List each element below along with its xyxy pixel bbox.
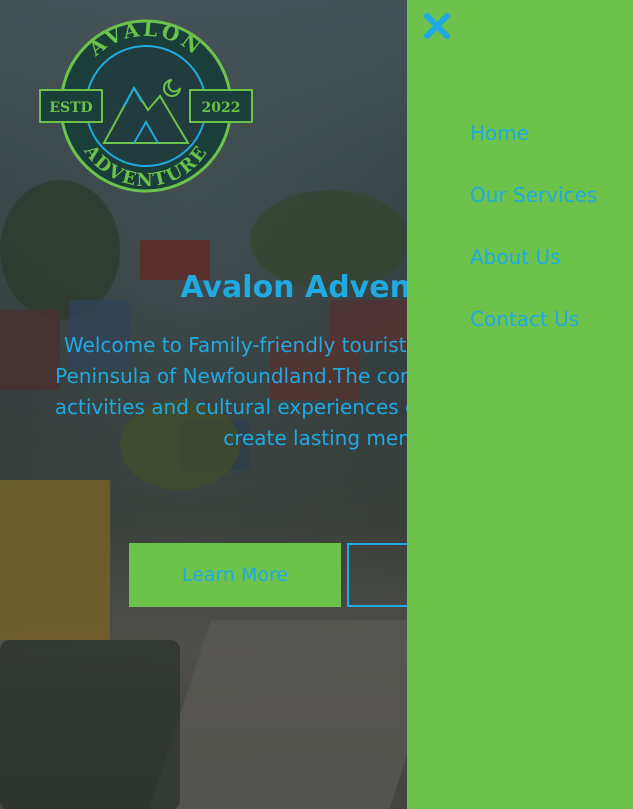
logo-left-text: ESTD — [49, 100, 92, 116]
drawer-nav: Home Our Services About Us Contact Us — [470, 116, 597, 364]
nav-drawer: Home Our Services About Us Contact Us — [407, 0, 633, 809]
nav-item-about-us[interactable]: About Us — [470, 240, 561, 274]
avalon-adventure-logo: AVALON ADVENTURE ESTD 2022 — [39, 18, 253, 193]
learn-more-button[interactable]: Learn More — [129, 543, 341, 607]
logo-right-text: 2022 — [202, 100, 241, 116]
close-icon[interactable] — [421, 10, 453, 42]
nav-item-home[interactable]: Home — [470, 116, 529, 150]
nav-item-contact-us[interactable]: Contact Us — [470, 302, 579, 336]
nav-item-our-services[interactable]: Our Services — [470, 178, 597, 212]
